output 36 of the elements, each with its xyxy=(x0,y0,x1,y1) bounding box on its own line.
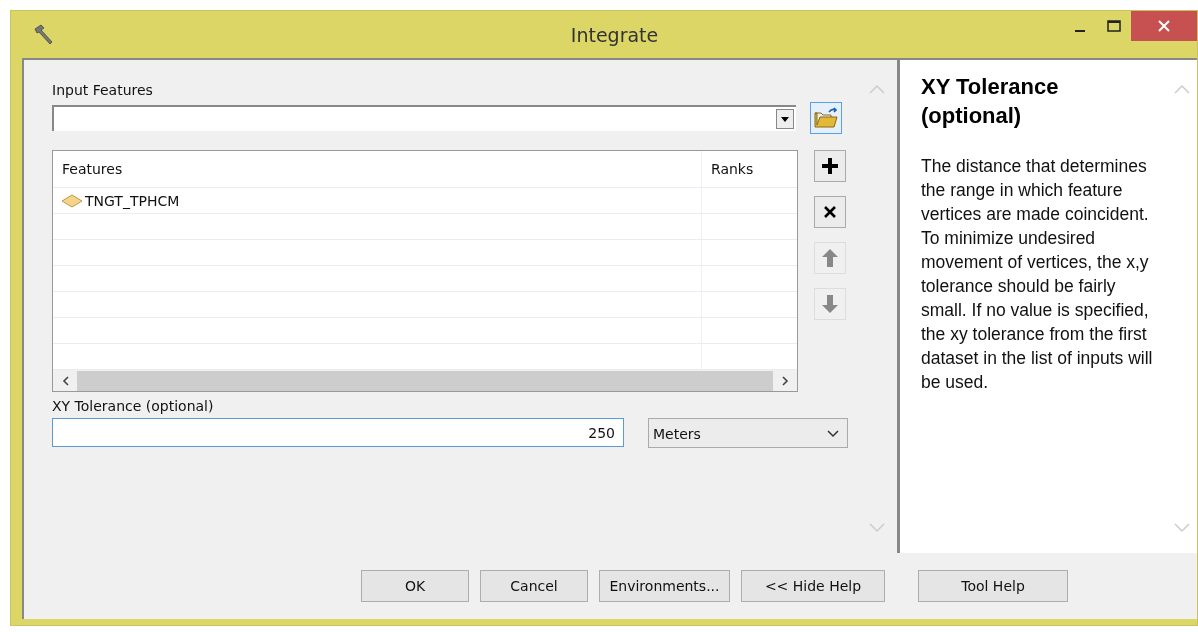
dropdown-arrow-icon xyxy=(781,116,789,122)
remove-button[interactable] xyxy=(814,196,846,228)
chevron-down-icon xyxy=(827,430,839,438)
close-icon xyxy=(1158,20,1170,32)
scroll-up-icon[interactable] xyxy=(1174,84,1190,94)
unit-dropdown[interactable]: Meters xyxy=(648,418,848,448)
right-chevron-icon xyxy=(781,375,789,386)
tolerance-field[interactable]: 250 xyxy=(52,418,624,447)
close-button[interactable] xyxy=(1131,11,1197,41)
x-icon xyxy=(823,205,837,219)
help-title: XY Tolerance (optional) xyxy=(921,73,1060,130)
minimize-icon xyxy=(1074,30,1086,32)
field-label: Input Features xyxy=(52,82,154,100)
scroll-down-icon[interactable] xyxy=(1174,523,1190,533)
polygon-layer-icon xyxy=(61,193,83,208)
input-features-field[interactable] xyxy=(52,105,796,131)
feature-name: TNGT_TPHCM xyxy=(85,192,180,209)
down-arrow-icon xyxy=(822,295,838,313)
column-header: Features xyxy=(53,151,702,187)
environments-button[interactable]: Environments... xyxy=(599,570,730,602)
field-label: XY Tolerance (optional) xyxy=(52,398,215,416)
help-text: The distance that determines the range in which feature vertices are made coincident. To minimize undesired movement of vertices, the x,y tolerance should be fairly small. If no value is specified, the xy tolerance from the first dataset in the list of inputs will be used. xyxy=(921,155,1154,394)
column-header: Ranks xyxy=(710,160,755,179)
window-title: Integrate xyxy=(570,23,659,46)
add-button[interactable] xyxy=(814,150,846,182)
plus-icon xyxy=(822,158,838,174)
cancel-button[interactable]: Cancel xyxy=(480,570,588,602)
ok-button[interactable]: OK xyxy=(361,570,469,602)
up-arrow-icon xyxy=(822,249,838,267)
folder-icon[interactable] xyxy=(810,102,842,134)
table-cell[interactable]: TNGT_TPHCM xyxy=(53,188,702,213)
horizontal-scrollbar[interactable] xyxy=(53,370,797,391)
tool-help-button[interactable]: Tool Help xyxy=(918,570,1068,602)
hide-help-button[interactable]: << Hide Help xyxy=(741,570,885,602)
left-chevron-icon xyxy=(61,375,69,386)
maximize-icon xyxy=(1107,20,1121,32)
